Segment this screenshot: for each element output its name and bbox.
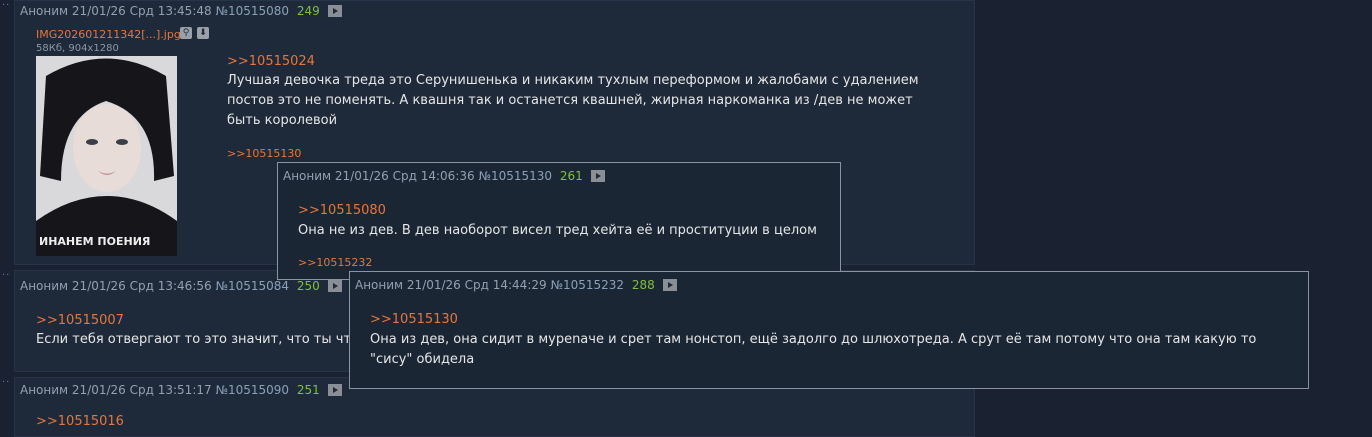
answer-link[interactable]: >>10515130 (227, 147, 301, 160)
post-count: 251 (296, 383, 320, 397)
post-date: 21/01/26 Срд 13:46:56 (71, 279, 212, 293)
image-search-icon[interactable]: ⚲ (180, 27, 192, 39)
reply-link[interactable]: >>10515007 (36, 313, 124, 328)
post-author: Аноним (355, 278, 404, 292)
answer-link[interactable]: >>10515232 (298, 256, 372, 269)
post-body: Она не из дев. В дев наоборот висел тред… (298, 223, 817, 238)
popup-header: Аноним 21/01/26 Срд 14:44:29 №10515232 2… (355, 278, 677, 292)
file-meta: 58Кб, 904x1280 (36, 43, 119, 54)
post-header: Аноним 21/01/26 Срд 13:45:48 №10515080 2… (20, 4, 342, 18)
post-menu-icon[interactable] (590, 170, 605, 182)
reply-link[interactable]: >>10515024 (227, 54, 315, 69)
post-body: Она из дев, она сидит в мурenaче и срет … (370, 332, 1257, 367)
post-number[interactable]: №10515090 (215, 383, 289, 397)
post-date: 21/01/26 Срд 14:06:36 (334, 169, 475, 183)
post-author: Аноним (283, 169, 332, 183)
post-count: 288 (631, 278, 655, 292)
portrait-photo: ИНАНЕМ ПОЕНИЯ (36, 56, 177, 256)
post-drag-handle[interactable]: ·· (2, 0, 10, 11)
post-header: Аноним 21/01/26 Срд 13:51:17 №10515090 2… (20, 383, 342, 397)
post-count: 250 (296, 279, 320, 293)
post-count: 249 (296, 4, 320, 18)
download-icon[interactable]: ⬇ (197, 27, 209, 39)
file-name-link[interactable]: IMG202601211342[...].jpg (36, 28, 181, 41)
popup-header: Аноним 21/01/26 Срд 14:06:36 №10515130 2… (283, 169, 605, 183)
post-drag-handle[interactable]: ·· (2, 377, 10, 388)
post-count: 261 (559, 169, 583, 183)
post-author: Аноним (20, 383, 69, 397)
post-author: Аноним (20, 4, 69, 18)
reply-preview-popup: Аноним 21/01/26 Срд 14:44:29 №10515232 2… (349, 271, 1309, 389)
post-number[interactable]: №10515232 (550, 278, 624, 292)
post-menu-icon[interactable] (662, 279, 677, 291)
post-number[interactable]: №10515130 (478, 169, 552, 183)
post-menu-icon[interactable] (327, 384, 342, 396)
post-menu-icon[interactable] (327, 5, 342, 17)
post-drag-handle[interactable]: ·· (2, 270, 10, 281)
post-date: 21/01/26 Срд 13:51:17 (71, 383, 212, 397)
reply-link[interactable]: >>10515080 (298, 203, 386, 218)
post-author: Аноним (20, 279, 69, 293)
post-header: Аноним 21/01/26 Срд 13:46:56 №10515084 2… (20, 279, 342, 293)
post-date: 21/01/26 Срд 13:45:48 (71, 4, 212, 18)
post-menu-icon[interactable] (327, 280, 342, 292)
post-date: 21/01/26 Срд 14:44:29 (406, 278, 547, 292)
post-body: Если тебя отвергают то это значит, что т… (36, 332, 352, 347)
shirt-print-text: ИНАНЕМ ПОЕНИЯ (39, 235, 150, 248)
post-body: Лучшая девочка треда это Серунишенька и … (227, 73, 919, 128)
post-number[interactable]: №10515084 (215, 279, 289, 293)
reply-link[interactable]: >>10515130 (370, 312, 458, 327)
reply-preview-popup: Аноним 21/01/26 Срд 14:06:36 №10515130 2… (277, 162, 841, 280)
post-thumbnail-image[interactable]: ИНАНЕМ ПОЕНИЯ (36, 56, 177, 256)
post-number[interactable]: №10515080 (215, 4, 289, 18)
